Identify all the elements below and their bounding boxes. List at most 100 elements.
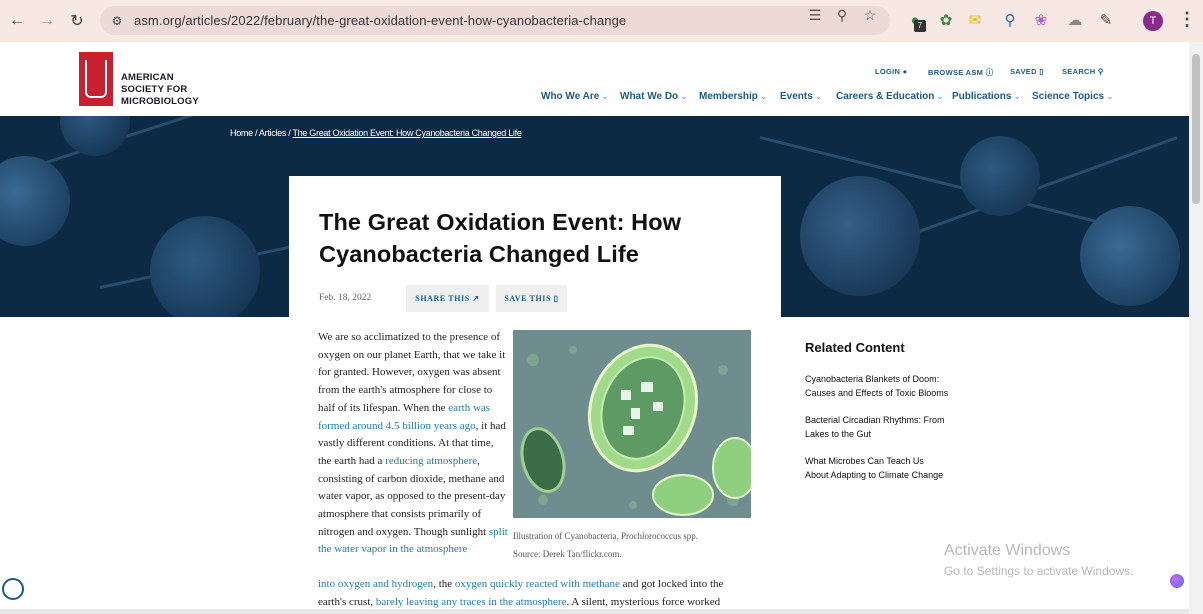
extension-search-icon[interactable]: ⚲ <box>999 10 1021 32</box>
related-line: Bacterial Circadian Rhythms: From <box>805 415 945 425</box>
nav-label: Membership <box>699 91 758 102</box>
share-button[interactable]: SHARE THIS ↗ <box>406 285 489 312</box>
bookmark-star-icon[interactable]: ☆ <box>861 6 879 24</box>
browse-label: BROWSE ASM <box>928 68 984 77</box>
chevron-down-icon: ⌄ <box>936 91 944 101</box>
related-link-3[interactable]: What Microbes Can Teach Us About Adaptin… <box>805 454 965 482</box>
nav-events[interactable]: Events ⌄ <box>780 91 822 102</box>
search-icon: ⚲ <box>1097 67 1104 76</box>
breadcrumb: Home / Articles / The Great Oxidation Ev… <box>230 128 522 138</box>
back-icon[interactable]: ← <box>4 8 30 34</box>
extension-mail-icon[interactable]: ✉ <box>964 10 986 32</box>
save-label: SAVE THIS <box>504 294 552 303</box>
figure-caption: Illustration of Cyanobacteria, Prochloro… <box>513 528 753 563</box>
reload-icon[interactable]: ↻ <box>64 8 90 34</box>
address-bar[interactable]: ⚙ asm.org/articles/2022/february/the-gre… <box>100 6 890 35</box>
inline-link[interactable]: barely leaving any traces in the atmosph… <box>376 596 567 608</box>
search-label: SEARCH <box>1062 67 1096 76</box>
related-line: About Adapting to Climate Change <box>805 470 944 480</box>
browser-menu-icon[interactable]: ⋮ <box>1178 9 1196 30</box>
bookmark-icon: ▯ <box>553 294 559 303</box>
scrollbar-thumb[interactable] <box>1192 54 1200 204</box>
logo-wordmark[interactable]: AMERICAN SOCIETY FOR MICROBIOLOGY <box>121 72 199 108</box>
hero-cell <box>60 116 130 156</box>
saved-link[interactable]: SAVED ▯ <box>1010 67 1044 76</box>
chevron-down-icon: ⌄ <box>680 91 688 101</box>
nav-label: Who We Are <box>541 91 600 102</box>
nav-membership[interactable]: Membership ⌄ <box>699 91 767 102</box>
breadcrumb-current[interactable]: The Great Oxidation Event: How Cyanobact… <box>292 128 521 138</box>
related-content-heading: Related Content <box>805 340 905 355</box>
logo-line1: AMERICAN <box>121 72 174 83</box>
save-button[interactable]: SAVE THIS ▯ <box>496 285 567 312</box>
share-icon: ↗ <box>472 294 480 303</box>
extension-cloud-icon[interactable]: ☁ <box>1064 10 1086 32</box>
related-line: Causes and Effects of Toxic Blooms <box>805 388 949 398</box>
nav-label: Publications <box>952 91 1012 102</box>
horizontal-scrollbar[interactable] <box>0 609 1189 614</box>
nav-who-we-are[interactable]: Who We Are ⌄ <box>541 91 609 102</box>
login-link[interactable]: LOGIN ● <box>875 67 907 76</box>
translate-icon[interactable]: ☰ <box>806 6 824 24</box>
activate-windows-title: Activate Windows <box>944 542 1071 559</box>
chevron-down-icon: ⌄ <box>601 91 609 101</box>
related-link-2[interactable]: Bacterial Circadian Rhythms: From Lakes … <box>805 413 965 441</box>
extension-leaf-icon[interactable]: ✿ <box>935 10 957 32</box>
profile-avatar[interactable]: T <box>1143 11 1163 31</box>
site-header: AMERICAN SOCIETY FOR MICROBIOLOGY LOGIN … <box>0 42 1189 116</box>
extension-brain-icon[interactable]: ❀ <box>1030 10 1052 32</box>
logo-line2: SOCIETY FOR <box>121 84 188 95</box>
breadcrumb-articles[interactable]: Articles <box>259 128 286 138</box>
extension-badge: 7 <box>914 20 926 32</box>
nav-publications[interactable]: Publications ⌄ <box>952 91 1021 102</box>
body-text: , the <box>433 578 455 590</box>
body-text: , consisting of carbon dioxide, methane … <box>318 454 506 538</box>
nav-careers-education[interactable]: Careers & Education ⌄ <box>836 91 944 102</box>
related-line: What Microbes Can Teach Us <box>805 456 924 466</box>
zoom-icon[interactable]: ⚲ <box>833 6 851 24</box>
nav-label: Science Topics <box>1032 91 1105 102</box>
inline-link[interactable]: reducing atmosphere <box>385 455 477 467</box>
url-text[interactable]: asm.org/articles/2022/february/the-great… <box>134 13 626 28</box>
site-settings-icon[interactable]: ⚙ <box>109 13 125 29</box>
login-label: LOGIN <box>875 67 901 76</box>
search-link[interactable]: SEARCH ⚲ <box>1062 67 1104 76</box>
related-line: Cyanobacteria Blankets of Doom: <box>805 374 940 384</box>
inline-link[interactable]: into oxygen and hydrogen <box>318 578 433 590</box>
page-scrollbar[interactable] <box>1189 42 1203 614</box>
caption-source: Source: Derek Tan/flickr.com. <box>513 548 622 559</box>
extensions-puzzle-icon[interactable]: ✎ <box>1095 10 1117 32</box>
hero-cell <box>800 176 920 296</box>
logo-line3: MICROBIOLOGY <box>121 96 199 107</box>
hero-cell <box>960 136 1040 216</box>
inline-link[interactable]: oxygen quickly reacted with methane <box>455 578 620 590</box>
article-title: The Great Oxidation Event: How Cyanobact… <box>319 209 682 267</box>
related-line: Lakes to the Gut <box>805 429 872 439</box>
body-text: and got locked into the <box>619 578 724 590</box>
body-text: earth's crust, <box>318 596 376 608</box>
article-body-wide: into oxygen and hydrogen, the oxygen qui… <box>318 576 758 594</box>
article-body: We are so acclimatized to the presence o… <box>318 329 508 559</box>
asm-logo-icon[interactable] <box>79 52 113 106</box>
hero-cell <box>150 216 260 317</box>
browse-asm-link[interactable]: BROWSE ASM ⓘ <box>928 67 993 78</box>
nav-science-topics[interactable]: Science Topics ⌄ <box>1032 91 1114 102</box>
related-link-1[interactable]: Cyanobacteria Blankets of Doom: Causes a… <box>805 372 965 400</box>
cyanobacteria-illustration[interactable] <box>513 330 751 518</box>
info-icon: ⓘ <box>985 68 994 77</box>
share-label: SHARE THIS <box>415 294 470 303</box>
cyanobacteria-image <box>513 330 751 518</box>
user-icon: ● <box>902 67 908 76</box>
assistant-orb-icon[interactable] <box>1170 574 1184 588</box>
chevron-down-icon: ⌄ <box>814 91 823 101</box>
nav-label: Events <box>780 91 813 102</box>
hero-cell <box>0 156 70 246</box>
caption-line: Illustration of Cyanobacteria, Prochloro… <box>513 531 698 541</box>
nav-what-we-do[interactable]: What We Do ⌄ <box>620 91 688 102</box>
nav-label: What We Do <box>620 91 679 102</box>
chevron-down-icon: ⌄ <box>759 91 768 101</box>
breadcrumb-home[interactable]: Home <box>230 128 253 138</box>
article-header-card: The Great Oxidation Event: How Cyanobact… <box>289 176 781 317</box>
forward-icon[interactable]: → <box>34 8 60 34</box>
cookie-settings-icon[interactable] <box>2 578 24 600</box>
